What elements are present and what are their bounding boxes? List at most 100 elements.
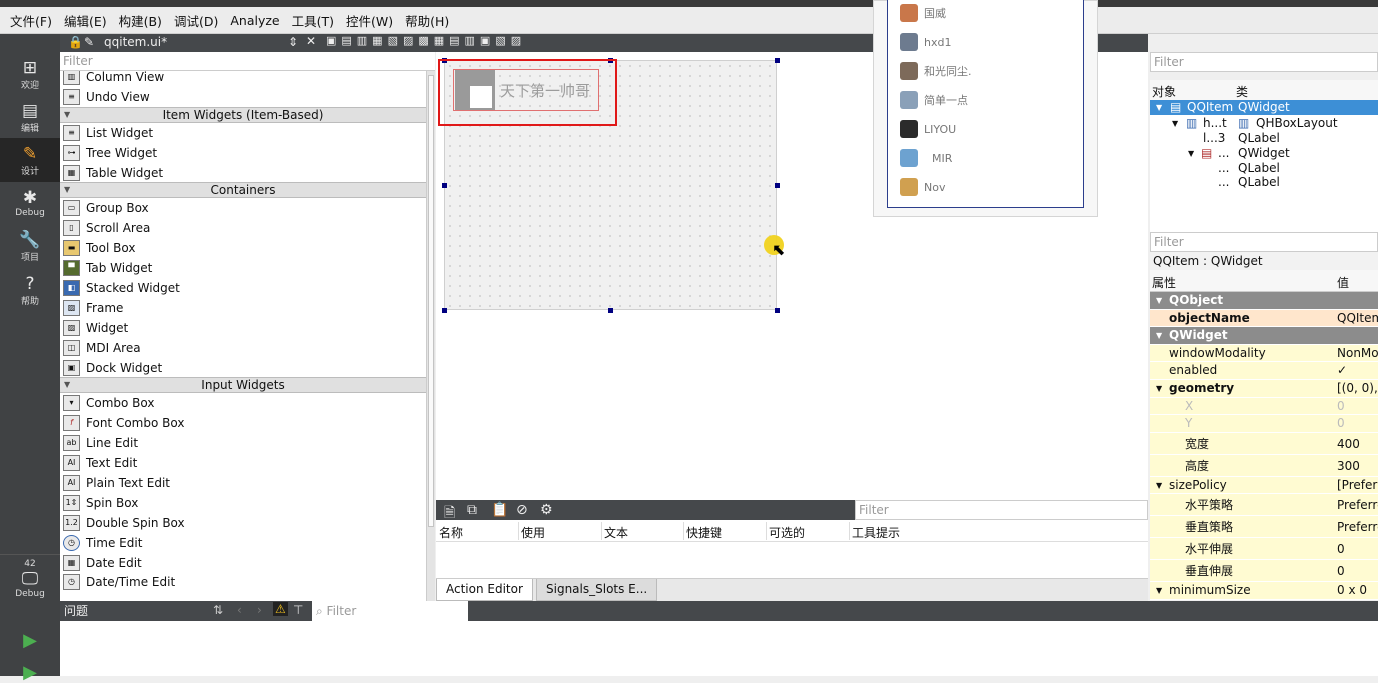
widget-column-view[interactable]: ▥ Column View	[60, 71, 426, 87]
mode-projects[interactable]: 🔧 项目	[0, 230, 60, 263]
menu-file[interactable]: 文件(F)	[4, 11, 58, 30]
mode-help[interactable]: ? 帮助	[0, 274, 60, 307]
widget-datetime-edit[interactable]: ◷ Date/Time Edit	[60, 572, 426, 592]
widget-line-edit[interactable]: ab Line Edit	[60, 433, 426, 453]
list-item[interactable]: MIR	[900, 149, 952, 167]
widget-font-combo-box[interactable]: f Font Combo Box	[60, 413, 426, 433]
property-row[interactable]: windowModalityNonModal	[1150, 344, 1378, 363]
list-item[interactable]: hxd1	[900, 33, 951, 51]
property-row[interactable]: ▼ minimumSize 0 x 0	[1150, 582, 1378, 600]
property-group-qobject[interactable]: ▼ QObject	[1150, 292, 1378, 310]
mode-design[interactable]: ✎ 设计	[0, 138, 60, 182]
prev-arrow-icon[interactable]: ‹	[237, 603, 242, 617]
col-tooltip[interactable]: 工具提示	[852, 524, 900, 541]
property-row[interactable]: enabled ✓	[1150, 362, 1378, 380]
widgetbox-scrollbar[interactable]	[426, 71, 435, 601]
menu-build[interactable]: 构建(B)	[113, 11, 168, 30]
action-table-body[interactable]	[436, 542, 1148, 578]
document-name[interactable]: qqitem.ui*	[104, 35, 167, 49]
property-row[interactable]: ▼sizePolicy[Preferred, Preferred, 0, 0]	[1150, 476, 1378, 495]
widget-frame[interactable]: ▨ Frame	[60, 298, 426, 318]
tree-row-label[interactable]: ... QLabel	[1150, 175, 1378, 190]
widget-undo-view[interactable]: ≡ Undo View	[60, 87, 426, 107]
menu-debug[interactable]: 调试(D)	[168, 11, 224, 30]
widget-date-edit[interactable]: ▦ Date Edit	[60, 553, 426, 573]
warning-icon[interactable]: ⚠	[273, 602, 288, 616]
property-row[interactable]: 垂直伸展 0	[1150, 560, 1378, 583]
property-row[interactable]: ▼geometry[(0, 0), 400 x 300]	[1150, 379, 1378, 398]
resize-handle[interactable]	[775, 58, 780, 63]
debug-run-button[interactable]: ▶	[0, 662, 60, 683]
issues-tab[interactable]: 问题	[60, 601, 207, 621]
list-item[interactable]: 国威	[900, 4, 946, 22]
col-name[interactable]: 名称	[439, 524, 463, 541]
property-group-qwidget[interactable]: ▼ QWidget	[1150, 327, 1378, 345]
widget-group-box[interactable]: ▭ Group Box	[60, 198, 426, 218]
widgetbox-filter[interactable]: Filter	[60, 52, 435, 71]
widget-dock-widget[interactable]: ▣ Dock Widget	[60, 358, 426, 378]
run-button[interactable]: ▶	[0, 630, 60, 651]
col-used[interactable]: 使用	[521, 524, 545, 541]
widget-text-edit[interactable]: AI Text Edit	[60, 453, 426, 473]
widget-tool-box[interactable]: ▬ Tool Box	[60, 238, 426, 258]
scrollbar-thumb[interactable]	[428, 75, 434, 527]
issues-filter-input[interactable]: ⌕ Filter	[312, 601, 468, 621]
widget-widget[interactable]: ▨ Widget	[60, 318, 426, 338]
property-row[interactable]: 垂直策略Preferred	[1150, 516, 1378, 539]
col-property[interactable]: 属性	[1152, 274, 1176, 291]
close-document-icon[interactable]: ✕	[306, 34, 316, 48]
widget-tab-widget[interactable]: ▀ Tab Widget	[60, 258, 426, 278]
list-item[interactable]: Nov	[900, 178, 945, 196]
kit-selector[interactable]: 42 🖵 Debug	[0, 554, 60, 599]
menu-edit[interactable]: 编辑(E)	[58, 11, 113, 30]
object-filter-input[interactable]: Filter	[1150, 52, 1378, 72]
property-row[interactable]: 宽度 400	[1150, 432, 1378, 455]
property-row[interactable]: 水平伸展 0	[1150, 538, 1378, 561]
resize-handle[interactable]	[442, 308, 447, 313]
list-item[interactable]: 和光同尘.	[900, 62, 972, 80]
widget-scroll-area[interactable]: ▯ Scroll Area	[60, 218, 426, 238]
resize-handle[interactable]	[775, 183, 780, 188]
paste-icon[interactable]: 📋	[491, 502, 508, 518]
widget-double-spin-box[interactable]: 1.2 Double Spin Box	[60, 513, 426, 533]
widget-combo-box[interactable]: ▾ Combo Box	[60, 393, 426, 413]
widget-time-edit[interactable]: ◷ Time Edit	[60, 533, 426, 553]
filter-icon[interactable]: ⊤	[293, 603, 303, 617]
col-class[interactable]: 类	[1236, 83, 1248, 100]
property-row[interactable]: 高度 300	[1150, 454, 1378, 477]
list-item[interactable]: 简单一点	[900, 91, 968, 109]
widget-spin-box[interactable]: 1⇕ Spin Box	[60, 493, 426, 513]
list-item[interactable]: LIYOU	[900, 120, 956, 138]
widget-list-widget[interactable]: ≡ List Widget	[60, 123, 426, 143]
menu-widgets[interactable]: 控件(W)	[340, 11, 399, 30]
resize-handle[interactable]	[442, 183, 447, 188]
resize-handle[interactable]	[608, 308, 613, 313]
document-switch-icon[interactable]: ⇕	[288, 35, 298, 49]
col-shortcut[interactable]: 快捷键	[686, 524, 722, 541]
tab-signals-slots[interactable]: Signals_Slots E...	[536, 579, 658, 601]
property-row[interactable]: objectName QQItem	[1150, 309, 1378, 328]
menu-help[interactable]: 帮助(H)	[399, 11, 455, 30]
tab-action-editor[interactable]: Action Editor	[436, 579, 533, 601]
category-item-widgets[interactable]: ▼ Item Widgets (Item-Based)	[60, 106, 426, 123]
resize-handle[interactable]	[775, 308, 780, 313]
tree-row-label[interactable]: l...3 QLabel	[1150, 131, 1378, 146]
next-arrow-icon[interactable]: ›	[257, 603, 262, 617]
widget-mdi-area[interactable]: ◫ MDI Area	[60, 338, 426, 358]
form-layout-toolbar[interactable]: ▣▤▥▦▧▨▩▦▤▥▣▧▨	[326, 34, 526, 47]
widget-tree-widget[interactable]: ⊶ Tree Widget	[60, 143, 426, 163]
mode-welcome[interactable]: ⊞ 欢迎	[0, 58, 60, 91]
property-row[interactable]: Y0	[1150, 415, 1378, 433]
tree-row-qqitem[interactable]: ▼ ▤ QQItem QWidget	[1150, 100, 1378, 115]
action-filter-input[interactable]: Filter	[855, 500, 1148, 520]
widget-stacked-widget[interactable]: ◧ Stacked Widget	[60, 278, 426, 298]
delete-icon[interactable]: ⊘	[516, 502, 528, 518]
property-row[interactable]: X0	[1150, 397, 1378, 416]
settings-gear-icon[interactable]: ⚙	[540, 502, 553, 518]
menu-tools[interactable]: 工具(T)	[286, 11, 340, 30]
menu-analyze[interactable]: Analyze	[224, 13, 285, 28]
mode-edit[interactable]: ▤ 编辑	[0, 101, 60, 134]
category-input-widgets[interactable]: ▼ Input Widgets	[60, 377, 426, 394]
copy-icon[interactable]: ⧉	[467, 502, 477, 518]
mode-debug[interactable]: ✱ Debug	[0, 188, 60, 218]
